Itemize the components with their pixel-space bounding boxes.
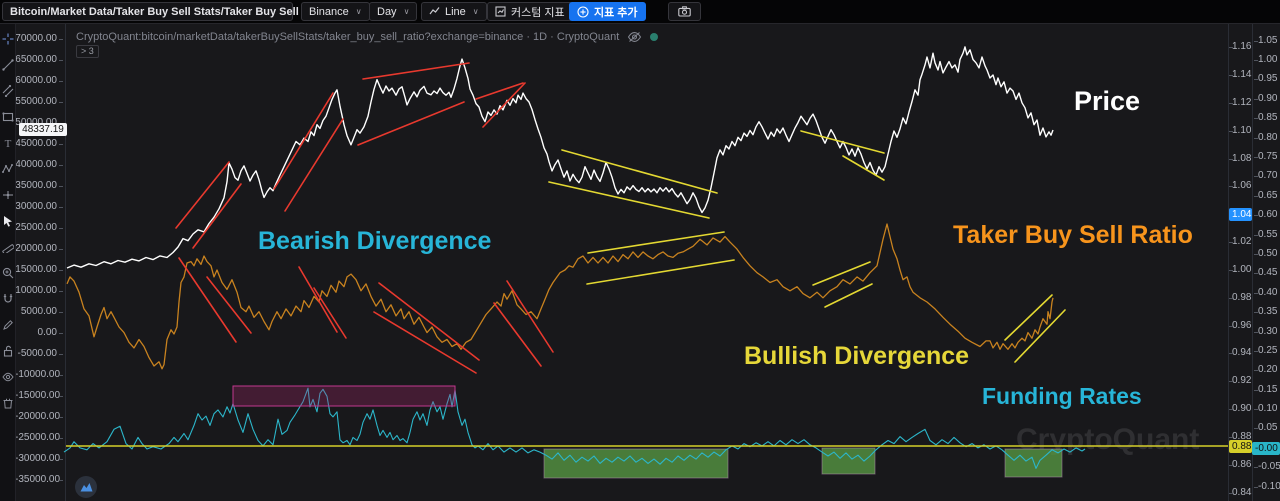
funding-negative-zone-box[interactable] [821,447,876,475]
bullish-trend-line[interactable] [800,130,885,154]
series-count-badge[interactable]: > 3 [76,45,99,58]
mountain-chart-icon [80,483,92,492]
unlock-icon[interactable] [1,344,14,358]
metric-search-box[interactable]: Bitcoin/Market Data/Taker Buy Sell Stats… [2,2,329,21]
svg-text:T: T [4,138,11,149]
last-value-tag: 1.04 [1229,208,1252,221]
bearish-trend-line[interactable] [357,101,465,146]
chevron-down-icon: ∨ [472,7,479,16]
price-label: Price [1074,86,1141,116]
bearish-divergence-label: Bearish Divergence [258,227,492,255]
magnet-icon[interactable] [1,292,14,306]
forecast-line-icon[interactable] [1,188,14,202]
bearish-trend-line[interactable] [493,302,542,367]
bearish-trend-line[interactable] [273,92,334,190]
exchange-dropdown-label: Binance [309,5,349,18]
chart-type-dropdown[interactable]: Line ∨ [421,2,487,21]
interval-dropdown-label: Day [377,5,397,18]
funding-negative-zone-box[interactable] [543,448,729,479]
chart-style-button[interactable] [75,476,97,498]
screenshot-button[interactable] [668,2,701,21]
draw-pencil-icon[interactable] [1,318,14,332]
parallel-channel-icon[interactable] [1,84,14,98]
bearish-trend-line[interactable] [373,311,477,374]
rectangle-icon[interactable] [1,110,14,124]
drawing-toolbar: T [0,24,16,501]
add-indicator-button[interactable]: 지표 추가 [569,2,646,21]
chevron-down-icon: ∨ [403,7,410,16]
trend-line-icon[interactable] [1,58,14,72]
bearish-trend-line[interactable] [298,266,338,333]
bearish-trend-line[interactable] [284,118,344,212]
bullish-trend-line[interactable] [1014,309,1066,363]
crosshair-icon[interactable] [1,32,14,46]
zoom-in-icon[interactable] [1,266,14,280]
custom-indicator-icon [495,6,506,17]
chart-plot-area[interactable] [0,0,1280,501]
bullish-divergence-label: Bullish Divergence [744,342,970,370]
text-tool-icon[interactable]: T [1,136,14,150]
series-price[interactable] [66,46,1054,269]
bearish-trend-line[interactable] [506,280,554,353]
chart-header: CryptoQuant:bitcoin/marketData/takerBuyS… [76,31,659,43]
top-toolbar: Bitcoin/Market Data/Taker Buy Sell Stats… [0,0,1280,24]
metric-breadcrumb: Bitcoin/Market Data/Taker Buy Sell Stats… [10,5,330,18]
taker-ratio-label: Taker Buy Sell Ratio [953,221,1193,249]
exchange-dropdown[interactable]: Binance ∨ [301,2,370,21]
bearish-trend-line[interactable] [475,82,524,100]
bearish-trend-line[interactable] [362,62,470,80]
chart-source-title: CryptoQuant:bitcoin/marketData/takerBuyS… [76,31,620,43]
xabcd-pattern-icon[interactable] [1,162,14,176]
last-value-tag: 0.88 [1229,440,1252,453]
bullish-trend-line[interactable] [586,259,735,285]
bullish-trend-line[interactable] [824,283,873,308]
custom-indicator-button[interactable]: 커스텀 지표 [487,2,573,21]
eye-icon[interactable] [1,370,14,384]
last-value-tag: 48337.19 [19,123,67,136]
bearish-trend-line[interactable] [175,161,230,229]
bearish-trend-line[interactable] [178,257,237,343]
funding-high-zone-box[interactable] [232,385,456,407]
eye-hidden-icon[interactable] [627,31,642,43]
bearish-trend-line[interactable] [192,183,242,249]
status-dot [650,33,659,41]
bearish-trend-line[interactable] [378,282,480,361]
line-chart-icon [429,7,440,15]
funding-rates-label: Funding Rates [982,383,1142,409]
trash-icon[interactable] [1,396,14,410]
last-value-tag: -0.00 [1252,442,1280,455]
camera-icon [678,6,691,17]
bullish-trend-line[interactable] [561,149,718,194]
arrow-cursor-icon[interactable] [1,214,14,228]
chevron-down-icon: ∨ [355,7,362,16]
chart-type-dropdown-label: Line [445,5,466,18]
custom-indicator-label: 커스텀 지표 [511,6,565,19]
cryptoquant-chart-app: Bitcoin/Market Data/Taker Buy Sell Stats… [0,0,1280,501]
interval-dropdown[interactable]: Day ∨ [369,2,418,21]
add-indicator-label: 지표 추가 [594,6,638,19]
bearish-trend-line[interactable] [313,287,347,339]
ruler-icon[interactable] [1,240,14,254]
circled-plus-icon [577,5,589,18]
